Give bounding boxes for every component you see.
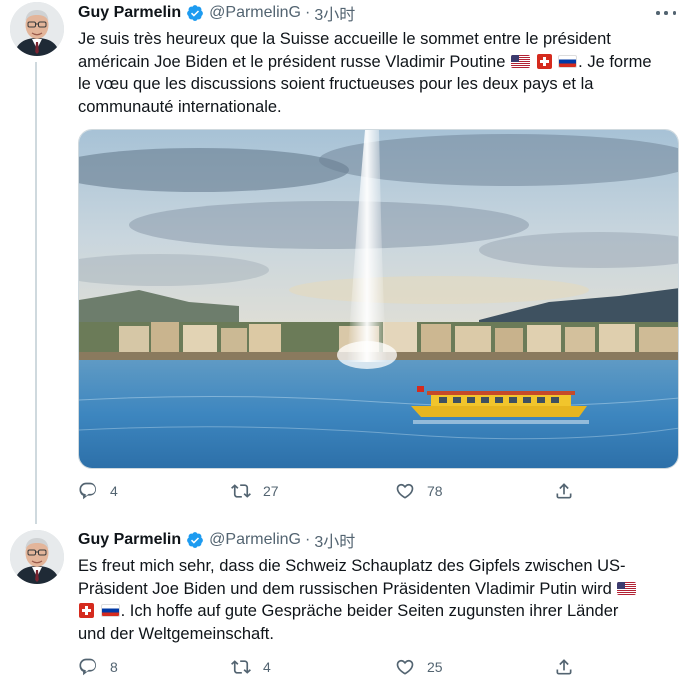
reply-button[interactable]: 8: [78, 657, 118, 677]
separator-dot: ·: [304, 4, 311, 21]
like-button[interactable]: 78: [395, 481, 443, 501]
avatar[interactable]: [10, 2, 64, 56]
russia-flag-icon: [100, 604, 120, 617]
tweet-photo[interactable]: [78, 129, 679, 469]
tweet-text: Je suis très heureux que la Suisse accue…: [78, 28, 678, 118]
retweet-count: 27: [263, 483, 279, 499]
us-flag-icon: [510, 54, 530, 68]
reply-count: 4: [110, 483, 118, 499]
author-handle[interactable]: @ParmelinG: [209, 531, 301, 549]
share-button[interactable]: [554, 657, 574, 677]
russia-flag-icon: [558, 54, 578, 68]
share-icon: [556, 659, 572, 675]
like-count: 78: [427, 483, 443, 499]
tweet[interactable]: Guy Parmelin @ParmelinG · 3小时 Es freut m…: [0, 520, 694, 688]
tweet-header: Guy Parmelin @ParmelinG · 3小时: [78, 529, 355, 551]
verified-badge-icon: [187, 532, 204, 548]
tweet[interactable]: Guy Parmelin @ParmelinG · 3小时 Je suis tr…: [0, 0, 694, 524]
reply-icon: [79, 658, 97, 676]
tweet-text-line: Es freut mich sehr, dass die Schweiz Sch…: [78, 557, 626, 575]
like-count: 25: [427, 659, 443, 675]
share-icon: [556, 483, 572, 499]
tweet-text-line: Präsident Joe Biden und dem russischen P…: [78, 578, 678, 601]
tweet-actions: 8 4 25: [78, 657, 588, 681]
author-name[interactable]: Guy Parmelin: [78, 531, 181, 549]
reply-button[interactable]: 4: [78, 481, 118, 501]
retweet-button[interactable]: 4: [231, 657, 271, 677]
reply-icon: [79, 482, 97, 500]
tweet-text-line: und der Weltgemeinschaft.: [78, 624, 274, 643]
share-button[interactable]: [554, 481, 574, 501]
more-options-icon[interactable]: [656, 6, 676, 20]
avatar[interactable]: [10, 530, 64, 584]
tweet-header: Guy Parmelin @ParmelinG · 3小时: [78, 2, 355, 24]
tweet-text-line: le vœu que les discussions soient fructu…: [78, 75, 594, 93]
like-button[interactable]: 25: [395, 657, 443, 677]
swiss-flag-icon: [79, 603, 94, 618]
heart-icon: [396, 659, 414, 675]
timestamp[interactable]: 3小时: [314, 528, 355, 552]
verified-badge-icon: [187, 5, 204, 21]
retweet-icon: [231, 484, 251, 498]
tweet-text-line: . Ich hoffe auf gute Gespräche beider Se…: [78, 600, 678, 623]
tweet-text-line: américain Joe Biden et le président russ…: [78, 52, 652, 71]
separator-dot: ·: [304, 531, 311, 548]
heart-icon: [396, 483, 414, 499]
retweet-button[interactable]: 27: [231, 481, 279, 501]
tweet-text: Es freut mich sehr, dass die Schweiz Sch…: [78, 555, 678, 645]
thread-line: [35, 62, 37, 524]
retweet-icon: [231, 660, 251, 674]
reply-count: 8: [110, 659, 118, 675]
author-name[interactable]: Guy Parmelin: [78, 4, 181, 22]
tweet-text-line: Je suis très heureux que la Suisse accue…: [78, 30, 611, 48]
retweet-count: 4: [263, 659, 271, 675]
timestamp[interactable]: 3小时: [314, 1, 355, 25]
author-handle[interactable]: @ParmelinG: [209, 4, 301, 22]
swiss-flag-icon: [536, 53, 552, 69]
tweet-actions: 4 27 78: [78, 481, 588, 505]
us-flag-icon: [617, 581, 637, 595]
tweet-text-line: communauté internationale.: [78, 97, 282, 116]
